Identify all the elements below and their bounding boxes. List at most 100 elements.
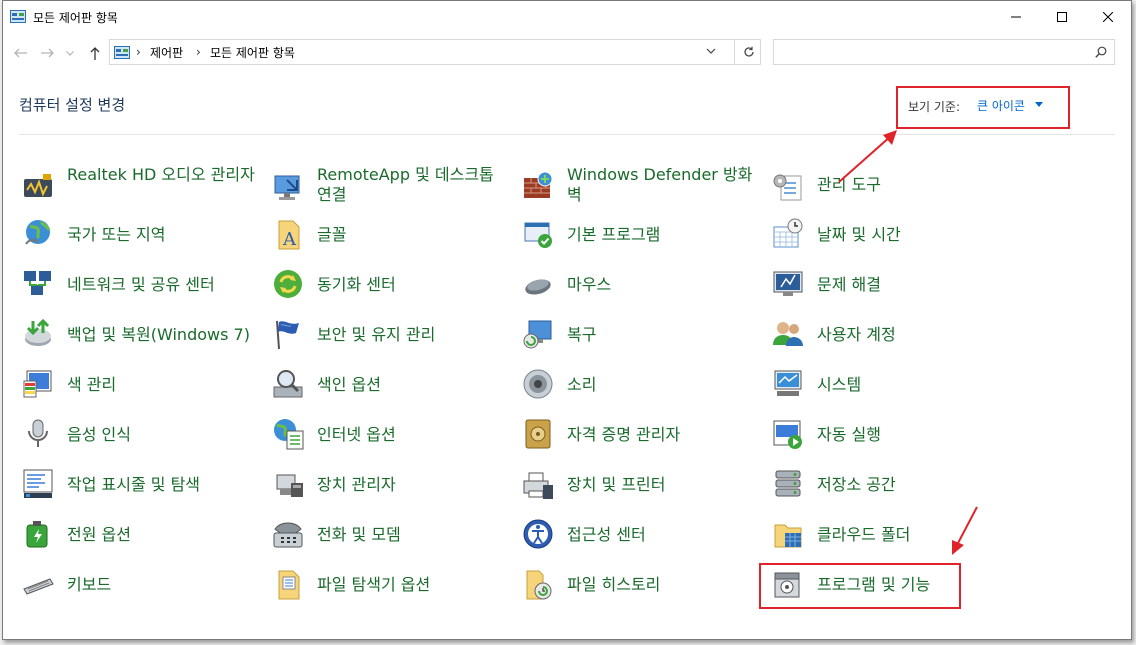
control-panel-item[interactable]: A 글꼴 xyxy=(271,220,511,267)
breadcrumb-control-panel[interactable]: 제어판 xyxy=(150,44,183,61)
forward-button[interactable] xyxy=(37,43,57,63)
refresh-icon xyxy=(743,46,754,57)
control-panel-item-label: 자동 실행 xyxy=(817,425,881,444)
up-button[interactable] xyxy=(85,43,105,63)
control-panel-item[interactable]: 백업 및 복원(Windows 7) xyxy=(21,318,261,367)
control-panel-item[interactable]: 전화 및 모뎀 xyxy=(271,522,511,567)
back-button[interactable] xyxy=(11,43,31,63)
indexing-icon xyxy=(273,370,303,398)
control-panel-item[interactable]: Windows Defender 방화벽 xyxy=(521,165,761,209)
control-panel-item[interactable]: 동기화 센터 xyxy=(271,270,511,317)
control-panel-item[interactable]: 마우스 xyxy=(521,273,761,317)
control-panel-item[interactable]: 접근성 센터 xyxy=(521,519,761,567)
control-panel-item[interactable]: RemoteApp 및 데스크톱 연결 xyxy=(271,165,511,209)
recovery-icon xyxy=(523,320,552,349)
microphone-icon xyxy=(28,419,48,447)
window-title: 모든 제어판 항목 xyxy=(33,11,118,25)
back-arrow-icon xyxy=(14,48,27,58)
font-icon: A xyxy=(278,220,300,250)
control-panel-item[interactable]: 파일 히스토리 xyxy=(521,570,761,617)
phone-icon xyxy=(273,522,303,548)
recent-locations-button[interactable] xyxy=(63,43,77,63)
control-panel-item[interactable]: 장치 및 프린터 xyxy=(521,472,761,517)
control-panel-item-label: 백업 및 복원(Windows 7) xyxy=(67,325,250,344)
control-panel-item[interactable]: 소리 xyxy=(521,369,761,417)
chevron-down-icon xyxy=(66,50,74,56)
control-panel-item-label: 파일 히스토리 xyxy=(567,575,661,594)
control-panel-item[interactable]: 자동 실행 xyxy=(771,420,1011,467)
control-panel-item[interactable]: 복구 xyxy=(521,320,761,367)
control-panel-item[interactable]: 작업 표시줄 및 탐색 xyxy=(21,469,261,517)
highlight-box-programs xyxy=(759,563,961,609)
forward-arrow-icon xyxy=(41,48,54,58)
search-box[interactable] xyxy=(773,39,1115,65)
control-panel-item[interactable]: 색 관리 xyxy=(21,370,261,417)
remote-desktop-icon xyxy=(274,175,300,200)
keyboard-icon xyxy=(23,578,54,595)
audio-manager-icon xyxy=(24,174,52,197)
printer-icon xyxy=(523,472,553,499)
flag-icon xyxy=(276,320,299,350)
control-panel-item[interactable]: 네트워크 및 공유 센터 xyxy=(21,271,261,317)
address-dropdown-icon[interactable] xyxy=(706,46,716,56)
internet-options-icon xyxy=(274,419,304,450)
default-programs-icon xyxy=(524,222,552,248)
control-panel-item[interactable]: 자격 증명 관리자 xyxy=(521,419,761,467)
breadcrumb-all-items[interactable]: 모든 제어판 항목 xyxy=(210,44,295,61)
minimize-icon xyxy=(1011,16,1021,18)
control-panel-item[interactable]: 음성 인식 xyxy=(21,419,261,467)
maximize-button[interactable] xyxy=(1039,1,1085,33)
control-panel-item-label: 소리 xyxy=(567,375,597,394)
control-panel-item-label: 마우스 xyxy=(567,275,612,294)
svg-text:A: A xyxy=(282,229,297,250)
control-panel-item[interactable]: 색인 옵션 xyxy=(271,370,511,417)
calendar-clock-icon xyxy=(773,218,803,248)
control-panel-item[interactable]: 키보드 xyxy=(21,573,261,617)
backup-icon xyxy=(25,318,51,346)
speaker-icon xyxy=(523,369,553,399)
control-panel-item[interactable]: 문제 해결 xyxy=(771,271,1011,317)
control-panel-item[interactable]: 날짜 및 시간 xyxy=(771,218,1011,267)
accessibility-icon xyxy=(523,519,553,549)
control-panel-item-label: 시스템 xyxy=(817,375,862,394)
breadcrumb-separator: › xyxy=(136,45,141,59)
network-icon xyxy=(24,271,51,295)
control-panel-item-label: 자격 증명 관리자 xyxy=(567,425,681,444)
control-panel-item-label: Realtek HD 오디오 관리자 xyxy=(67,165,255,184)
control-panel-item[interactable]: 장치 관리자 xyxy=(271,473,511,517)
device-manager-icon xyxy=(276,474,303,497)
mouse-icon xyxy=(525,279,551,295)
control-panel-item[interactable]: 사용자 계정 xyxy=(771,322,1011,367)
control-panel-item[interactable]: 국가 또는 지역 xyxy=(21,220,261,267)
firewall-icon xyxy=(524,171,553,198)
maximize-icon xyxy=(1057,12,1067,22)
control-panel-item[interactable]: 전원 옵션 xyxy=(21,521,261,567)
control-panel-item[interactable]: 기본 프로그램 xyxy=(521,222,761,267)
control-panel-item-label: 키보드 xyxy=(67,575,112,594)
control-panel-item-label: 색인 옵션 xyxy=(317,375,381,394)
users-icon xyxy=(773,322,803,346)
control-panel-item[interactable]: 보안 및 유지 관리 xyxy=(271,320,511,367)
control-panel-item-label: 인터넷 옵션 xyxy=(317,425,396,444)
credential-vault-icon xyxy=(525,419,551,449)
address-bar[interactable]: › 제어판 › 모든 제어판 항목 xyxy=(109,39,761,65)
file-history-icon xyxy=(526,570,552,600)
breadcrumb-separator: › xyxy=(196,45,201,59)
annotation-arrow-view-by xyxy=(838,130,897,183)
control-panel-item-label: 글꼴 xyxy=(317,225,347,244)
refresh-button[interactable] xyxy=(734,40,762,64)
control-panel-item[interactable]: 파일 탐색기 옵션 xyxy=(271,570,511,617)
control-panel-item[interactable]: 시스템 xyxy=(771,370,1011,417)
close-button[interactable] xyxy=(1085,1,1131,33)
page-title: 컴퓨터 설정 변경 xyxy=(19,96,126,114)
storage-icon xyxy=(775,470,801,497)
minimize-button[interactable] xyxy=(993,1,1039,33)
cloud-folder-icon xyxy=(774,524,802,548)
control-panel-item[interactable]: 인터넷 옵션 xyxy=(271,419,511,467)
taskbar-icon xyxy=(23,469,53,498)
control-panel-item[interactable]: Realtek HD 오디오 관리자 xyxy=(21,165,261,209)
control-panel-item-label: 작업 표시줄 및 탐색 xyxy=(67,475,201,494)
power-icon xyxy=(26,521,48,548)
control-panel-item-label: 음성 인식 xyxy=(67,425,131,444)
control-panel-item-label: 동기화 센터 xyxy=(317,275,396,294)
